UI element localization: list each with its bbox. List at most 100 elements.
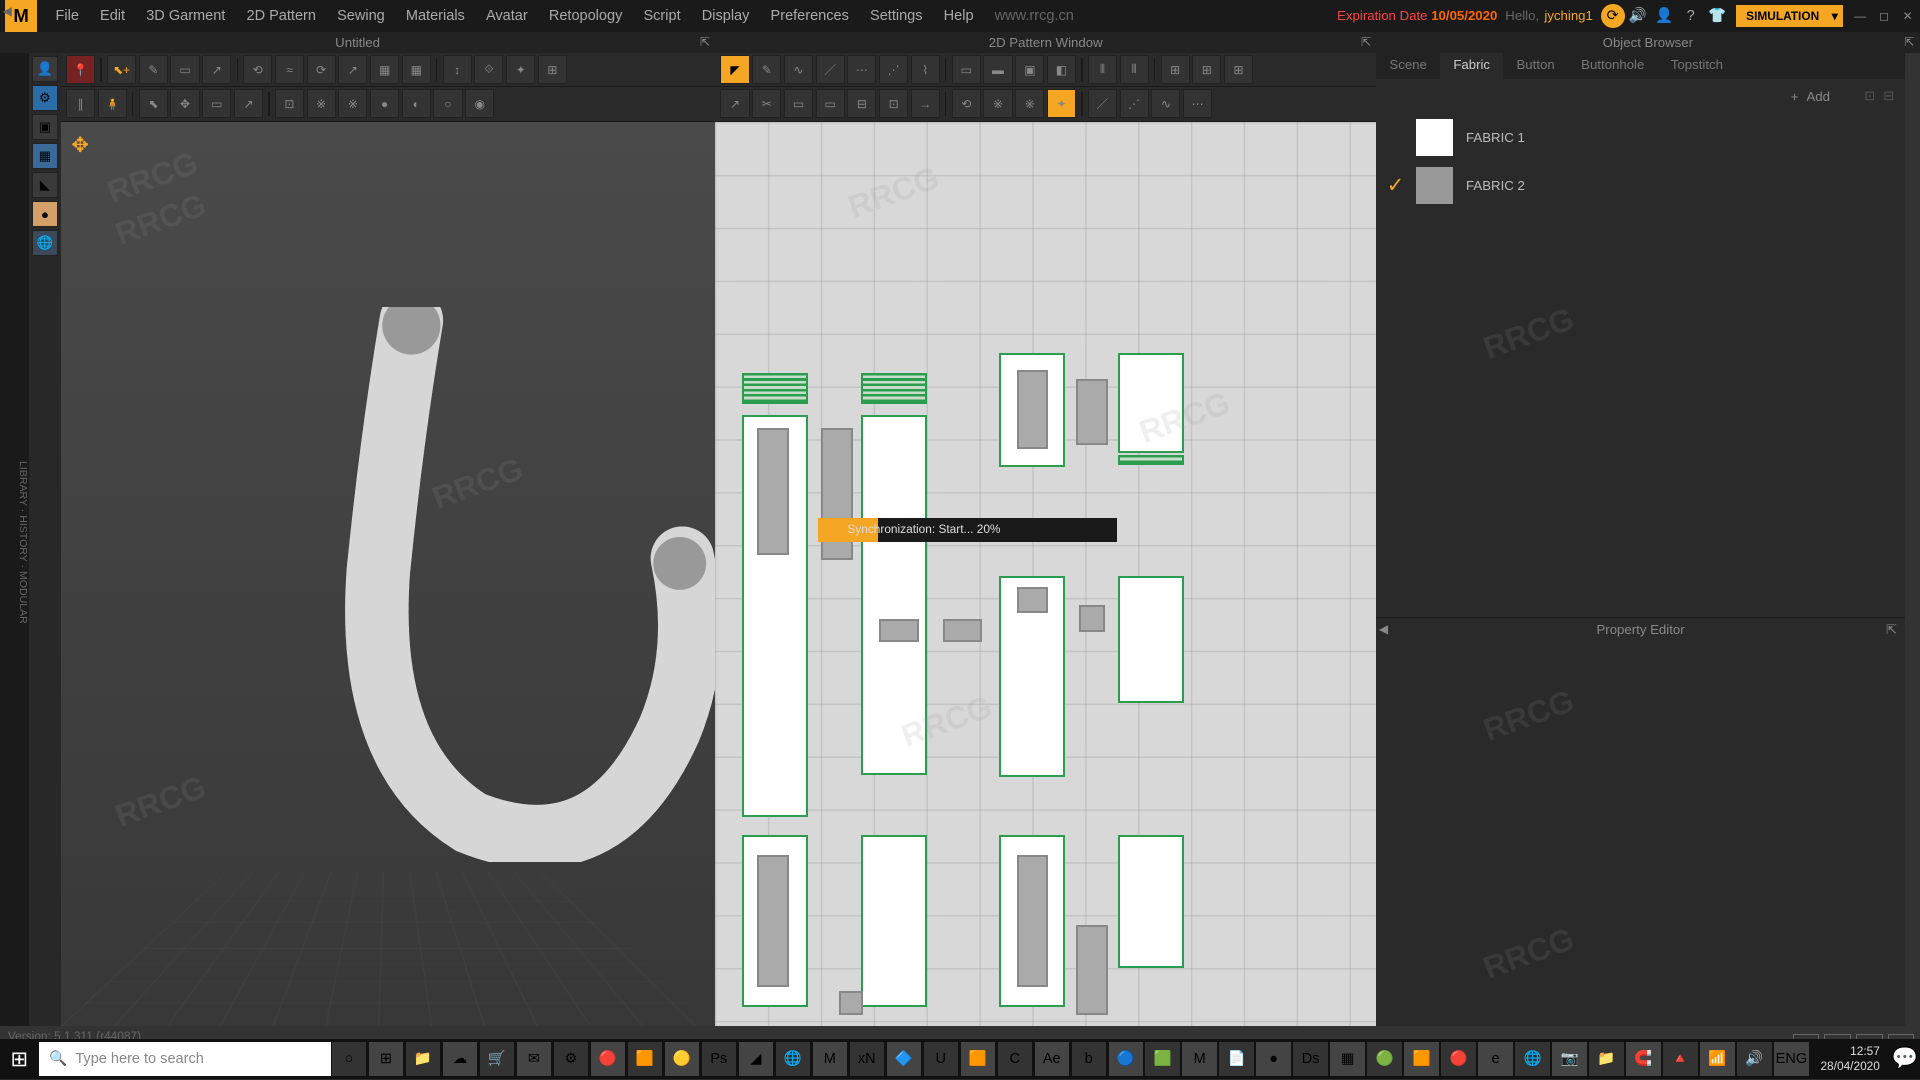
taskbar-app-21[interactable]: 🔵: [1109, 1042, 1143, 1076]
pattern-piece[interactable]: [1079, 605, 1105, 631]
taskbar-app-13[interactable]: M: [813, 1042, 847, 1076]
taskbar-app-1[interactable]: ⊞: [369, 1042, 403, 1076]
maximize-icon[interactable]: ◻: [1873, 5, 1894, 26]
menu-script[interactable]: Script: [633, 8, 691, 24]
menu-preferences[interactable]: Preferences: [760, 8, 859, 24]
menu-3dgarment[interactable]: 3D Garment: [136, 8, 236, 24]
taskbar-app-7[interactable]: 🔴: [591, 1042, 625, 1076]
tab-fabric[interactable]: Fabric: [1440, 53, 1503, 79]
taskbar-app-34[interactable]: 📁: [1589, 1042, 1623, 1076]
taskbar-app-0[interactable]: ○: [332, 1042, 366, 1076]
bar2-icon[interactable]: ⦀: [1120, 55, 1149, 84]
snap-icon[interactable]: ⌇: [911, 55, 940, 84]
pause-icon[interactable]: ∥: [66, 89, 95, 118]
edit-icon[interactable]: ✎: [139, 55, 168, 84]
help-icon[interactable]: ?: [1677, 3, 1703, 29]
close-icon[interactable]: ✕: [1897, 5, 1918, 26]
thumb-icon[interactable]: ▦: [32, 143, 58, 169]
taskbar-app-33[interactable]: 📷: [1552, 1042, 1586, 1076]
taskbar-app-9[interactable]: 🟡: [665, 1042, 699, 1076]
t2c[interactable]: ▭: [784, 89, 813, 118]
pattern-piece[interactable]: [839, 991, 863, 1015]
taskbar-app-32[interactable]: 🌐: [1515, 1042, 1549, 1076]
save-button[interactable]: ⊟: [1883, 88, 1894, 104]
profile-icon[interactable]: 👤: [1651, 3, 1677, 29]
pattern-piece[interactable]: [1118, 353, 1184, 453]
select-icon[interactable]: ⬉+: [107, 55, 136, 84]
collapse-arrow-icon[interactable]: ◀: [1379, 618, 1388, 642]
tb-c[interactable]: ⟳: [307, 55, 336, 84]
tab-topstitch[interactable]: Topstitch: [1658, 53, 1737, 79]
fabric-item[interactable]: FABRIC 1: [1376, 114, 1905, 162]
tb-d[interactable]: ↗: [338, 55, 367, 84]
taskbar-app-30[interactable]: 🔴: [1441, 1042, 1475, 1076]
taskbar-app-4[interactable]: 🛒: [480, 1042, 514, 1076]
popout-icon[interactable]: ⇱: [1361, 32, 1371, 53]
taskbar-app-29[interactable]: 🟧: [1404, 1042, 1438, 1076]
o5-icon[interactable]: ◐: [402, 89, 431, 118]
o1-icon[interactable]: ⊡: [275, 89, 304, 118]
taskbar-app-14[interactable]: xN: [850, 1042, 884, 1076]
tb-h[interactable]: ⟐: [474, 55, 503, 84]
tab-buttonhole[interactable]: Buttonhole: [1568, 53, 1658, 79]
taskbar-app-37[interactable]: 📶: [1700, 1042, 1734, 1076]
tab-button[interactable]: Button: [1503, 53, 1568, 79]
rect3-icon[interactable]: ▭: [952, 55, 981, 84]
gr2-icon[interactable]: ⊞: [1192, 55, 1221, 84]
pattern-piece[interactable]: [1017, 587, 1049, 613]
pattern-piece[interactable]: [742, 373, 808, 405]
mv-icon[interactable]: ✥: [170, 89, 199, 118]
system-clock[interactable]: 12:5728/04/2020: [1810, 1044, 1891, 1073]
bar1-icon[interactable]: ⦀: [1088, 55, 1117, 84]
taskbar-app-19[interactable]: Ae: [1035, 1042, 1069, 1076]
pattern-piece[interactable]: [1076, 925, 1108, 1015]
taskbar-app-22[interactable]: 🟩: [1145, 1042, 1179, 1076]
frame-icon[interactable]: ▣: [1015, 55, 1044, 84]
tb-j[interactable]: ⊞: [538, 55, 567, 84]
pen-icon[interactable]: ✎: [752, 55, 781, 84]
grad-icon[interactable]: ◧: [1047, 55, 1076, 84]
plus-icon[interactable]: +: [1791, 89, 1799, 104]
popout-icon[interactable]: ⇱: [1904, 32, 1914, 53]
menu-file[interactable]: File: [45, 8, 90, 24]
pattern-piece[interactable]: [861, 373, 927, 405]
taskbar-app-28[interactable]: 🟢: [1367, 1042, 1401, 1076]
t2o[interactable]: ⋯: [1183, 89, 1212, 118]
taskbar-app-15[interactable]: 🔷: [887, 1042, 921, 1076]
pattern-piece[interactable]: [1017, 855, 1049, 987]
username[interactable]: jyching1: [1544, 8, 1600, 23]
menu-retopology[interactable]: Retopology: [538, 8, 633, 24]
t2k[interactable]: ✦: [1047, 89, 1076, 118]
menu-avatar[interactable]: Avatar: [475, 8, 538, 24]
t2d[interactable]: ▭: [816, 89, 845, 118]
o3-icon[interactable]: ※: [338, 89, 367, 118]
avatar-icon[interactable]: 👤: [32, 56, 58, 82]
pattern-piece[interactable]: [943, 619, 983, 643]
pattern-piece[interactable]: [757, 855, 789, 987]
menu-help[interactable]: Help: [933, 8, 984, 24]
skin-icon[interactable]: ●: [32, 201, 58, 227]
curve-icon[interactable]: ∿: [784, 55, 813, 84]
shirt-icon[interactable]: 👕: [1704, 3, 1730, 29]
collapse-arrow-icon[interactable]: ◀: [3, 4, 12, 18]
taskbar-app-6[interactable]: ⚙: [554, 1042, 588, 1076]
garment-icon[interactable]: ⚙: [32, 85, 58, 111]
arr2-icon[interactable]: ↗: [234, 89, 263, 118]
pattern-piece[interactable]: [1118, 576, 1184, 703]
o7-icon[interactable]: ◉: [465, 89, 494, 118]
t2j[interactable]: ※: [1015, 89, 1044, 118]
fabric-swatch[interactable]: [1416, 167, 1453, 204]
sound-icon[interactable]: 🔊: [1625, 3, 1651, 29]
taskbar-app-26[interactable]: Ds: [1293, 1042, 1327, 1076]
open-button[interactable]: ⊡: [1864, 88, 1875, 104]
t2f[interactable]: ⊡: [879, 89, 908, 118]
pattern-piece[interactable]: [879, 619, 919, 643]
tb-f[interactable]: ▦: [402, 55, 431, 84]
minimize-icon[interactable]: —: [1850, 5, 1871, 26]
taskbar-app-31[interactable]: e: [1478, 1042, 1512, 1076]
taskbar-app-38[interactable]: 🔊: [1737, 1042, 1771, 1076]
taskbar-app-25[interactable]: ●: [1256, 1042, 1290, 1076]
popout-icon[interactable]: ⇱: [700, 32, 710, 53]
fabric-item[interactable]: ✓ FABRIC 2: [1376, 161, 1905, 209]
menu-materials[interactable]: Materials: [395, 8, 475, 24]
